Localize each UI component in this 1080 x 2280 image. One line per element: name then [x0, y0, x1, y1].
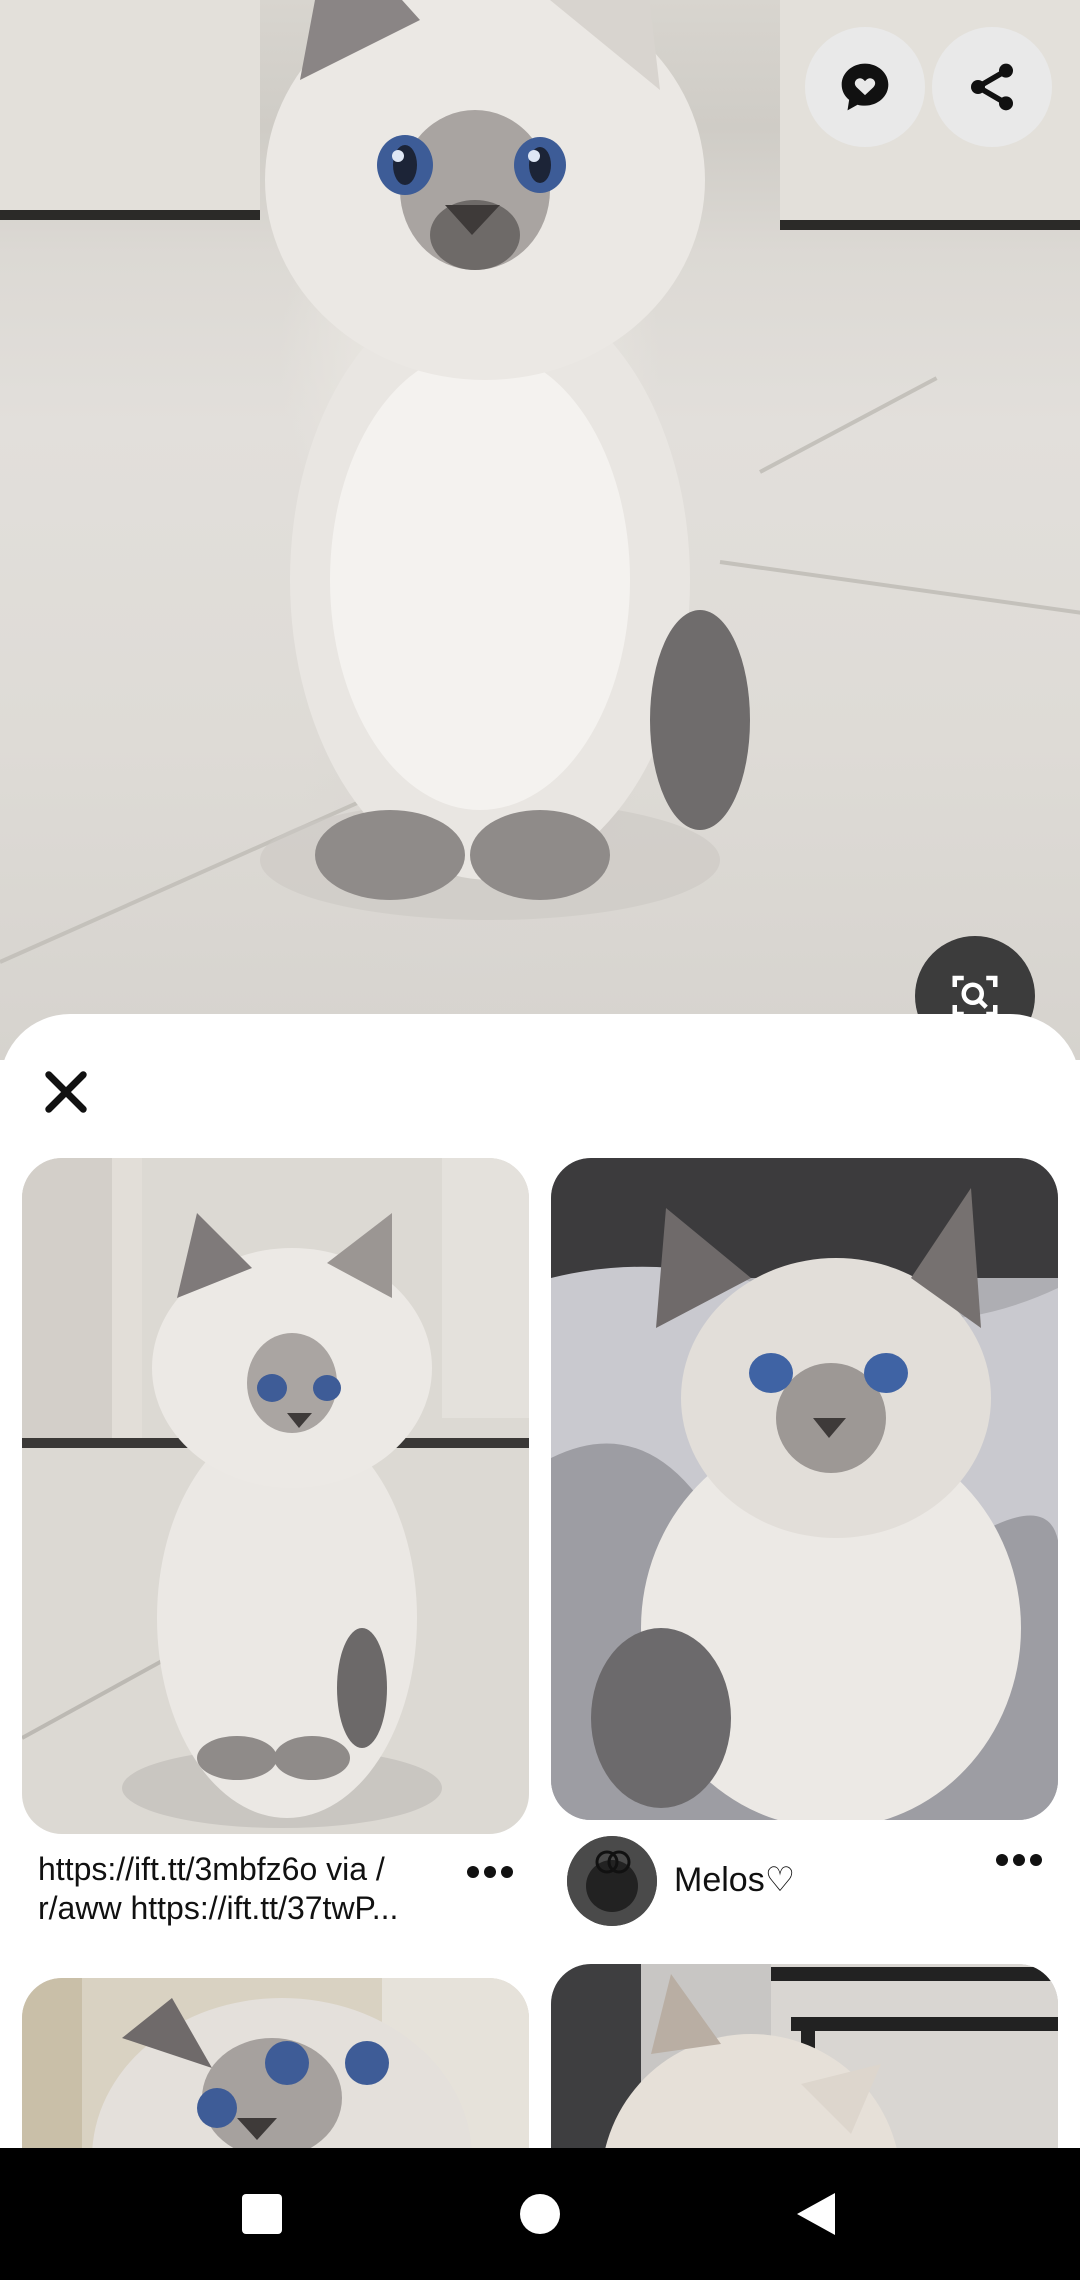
pin-2-user-name[interactable]: Melos♡ [674, 1860, 795, 1900]
recents-button[interactable] [222, 2174, 302, 2254]
pin-2-more-button[interactable] [984, 1840, 1054, 1880]
pin-image-1-photo [22, 1158, 529, 1834]
more-horizontal-icon [467, 1866, 513, 1878]
hero-image[interactable] [0, 0, 1080, 1060]
triangle-back-icon [797, 2193, 835, 2235]
system-navigation-bar [0, 2148, 1080, 2280]
share-button[interactable] [932, 27, 1052, 147]
heart-speech-bubble-icon [841, 63, 889, 111]
kitten-illustration [260, 0, 750, 920]
pin-1-more-button[interactable] [455, 1852, 525, 1892]
circle-icon [520, 2194, 560, 2234]
close-button[interactable] [30, 1056, 102, 1128]
comment-button[interactable] [805, 27, 925, 147]
share-icon [971, 63, 1013, 111]
pin-image-1[interactable] [22, 1158, 529, 1834]
floor-line [759, 376, 938, 474]
home-button[interactable] [500, 2174, 580, 2254]
pin-image-2-photo [551, 1158, 1058, 1820]
close-icon [45, 1071, 87, 1113]
square-icon [242, 2194, 282, 2234]
pin-image-3-photo [22, 1978, 529, 2148]
related-pins-sheet: https://ift.tt/3mbfz6o via / r/aww https… [0, 1014, 1080, 2148]
pin-image-4-photo [551, 1964, 1058, 2148]
pin-image-3[interactable] [22, 1978, 529, 2148]
pin-image-4[interactable] [551, 1964, 1058, 2148]
more-horizontal-icon [996, 1854, 1042, 1866]
pin-image-2[interactable] [551, 1158, 1058, 1820]
avatar-image [567, 1836, 657, 1926]
pin-caption-1[interactable]: https://ift.tt/3mbfz6o via / r/aww https… [38, 1850, 458, 1928]
back-button[interactable] [776, 2174, 856, 2254]
avatar[interactable] [567, 1836, 657, 1926]
